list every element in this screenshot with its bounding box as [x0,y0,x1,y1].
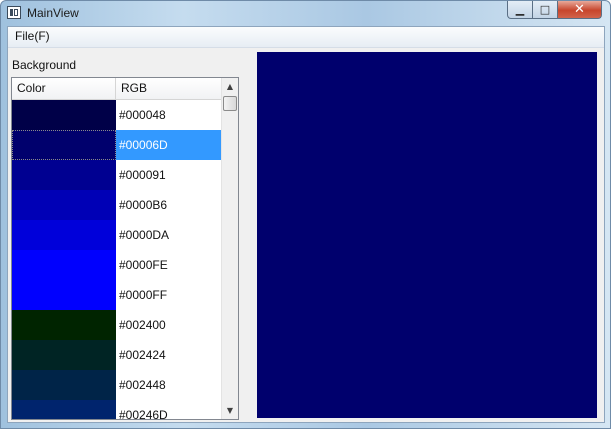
list-rows: #000048 #00006D #000091 #0000B6 #0000DA #0000… [12,100,222,420]
vertical-scrollbar[interactable]: ▲ ▼ [221,78,238,419]
table-row[interactable]: #0000DA [12,220,222,250]
color-swatch [12,280,116,310]
color-swatch [12,100,116,130]
table-row[interactable]: #00246D [12,400,222,420]
rgb-value: #00246D [119,408,168,420]
window-controls: ▁ □ ✕ [507,1,602,20]
color-swatch [12,160,116,190]
main-window: MainView ▁ □ ✕ File(F) Background Color … [0,0,611,429]
color-list[interactable]: Color RGB #000048 #00006D #000091 #0000B6 #0… [11,77,239,420]
rgb-value: #0000FE [119,258,168,272]
column-header-color[interactable]: Color [12,78,116,99]
color-swatch [12,250,116,280]
table-row[interactable]: #0000B6 [12,190,222,220]
close-button[interactable]: ✕ [558,1,602,19]
close-icon: ✕ [574,2,585,17]
rgb-value: #0000FF [119,288,168,302]
table-row[interactable]: #000091 [12,160,222,190]
table-row[interactable]: #002424 [12,340,222,370]
color-swatch [12,190,116,220]
scroll-down-icon[interactable]: ▼ [222,402,238,419]
color-preview [257,52,597,418]
rgb-value: #002448 [119,378,166,392]
background-label: Background [12,58,77,72]
color-swatch [12,220,116,250]
minimize-icon: ▁ [515,3,525,16]
rgb-value: #000048 [119,108,166,122]
client-area: File(F) Background Color RGB #000048 #000… [7,26,605,423]
rgb-value: #002424 [119,348,166,362]
table-row[interactable]: #0000FE [12,250,222,280]
list-header: Color RGB [12,78,222,100]
color-swatch [12,310,116,340]
color-swatch [12,130,116,160]
color-swatch [12,340,116,370]
window-title: MainView [27,6,79,20]
color-swatch [12,370,116,400]
table-row[interactable]: #00006D [12,130,222,160]
rgb-value: #0000DA [119,228,170,242]
maximize-icon: □ [539,3,551,16]
menu-bar: File(F) [8,27,604,48]
menu-file[interactable]: File(F) [14,29,51,43]
maximize-button[interactable]: □ [533,1,558,19]
title-bar[interactable]: MainView ▁ □ ✕ [1,1,610,26]
rgb-value: #00006D [116,130,222,160]
table-row[interactable]: #002448 [12,370,222,400]
scroll-thumb[interactable] [223,96,237,111]
color-swatch [12,400,116,419]
table-row[interactable]: #0000FF [12,280,222,310]
app-icon [7,6,21,19]
table-row[interactable]: #000048 [12,100,222,130]
rgb-value: #000091 [119,168,166,182]
rgb-value: #002400 [119,318,166,332]
table-row[interactable]: #002400 [12,310,222,340]
rgb-value: #0000B6 [119,198,168,212]
column-header-rgb[interactable]: RGB [116,78,222,99]
scroll-up-icon[interactable]: ▲ [222,78,238,95]
minimize-button[interactable]: ▁ [507,1,533,19]
